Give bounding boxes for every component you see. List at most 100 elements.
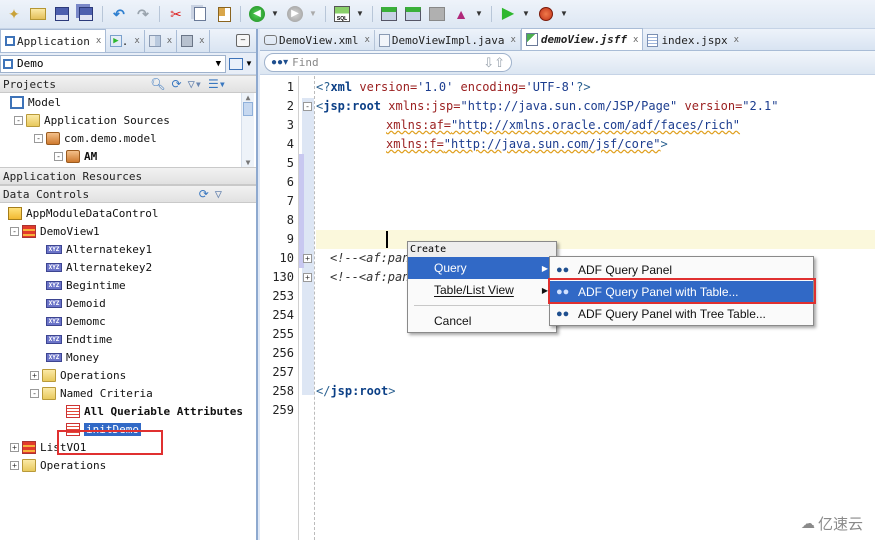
application-menu-button[interactable]: ▼ xyxy=(226,55,256,73)
tab-application[interactable]: Application x xyxy=(0,29,107,52)
back-dropdown[interactable]: ▼ xyxy=(271,4,279,24)
redo-icon[interactable]: ↷ xyxy=(133,4,153,24)
tree-node[interactable]: XYZ Money xyxy=(0,348,256,366)
fold-expand-icon[interactable]: + xyxy=(303,254,312,263)
tree-node[interactable]: - com.demo.model xyxy=(0,129,256,147)
close-icon[interactable]: x xyxy=(364,35,369,45)
tree-node[interactable]: - Application Sources xyxy=(0,111,256,129)
binoculars-icon[interactable]: ●●▾ xyxy=(271,57,288,68)
make-icon[interactable] xyxy=(379,4,399,24)
view-object-icon xyxy=(22,440,36,454)
rebuild-icon[interactable] xyxy=(403,4,423,24)
application-select[interactable]: Demo ▼ xyxy=(0,54,226,73)
scroll-up-icon[interactable]: ▲ xyxy=(242,93,254,102)
menu-item-adf-query-panel-with-tree-table[interactable]: ●● ADF Query Panel with Tree Table... xyxy=(550,303,813,325)
find-placeholder: Find xyxy=(292,56,319,69)
folded-comment[interactable]: <!--<af:pan xyxy=(330,249,409,268)
menu-item-label: Cancel xyxy=(434,314,472,328)
tree-node[interactable]: XYZ Alternatekey2 xyxy=(0,258,256,276)
paste-icon[interactable] xyxy=(214,4,234,24)
tree-node[interactable]: XYZ Begintime xyxy=(0,276,256,294)
tab-structure[interactable]: x xyxy=(145,30,178,52)
tree-node[interactable]: XYZ Alternatekey1 xyxy=(0,240,256,258)
working-sets-icon[interactable]: ☰▾ xyxy=(208,77,226,91)
data-controls-header[interactable]: Data Controls ⟳ ▽ xyxy=(0,185,256,203)
debug-icon[interactable] xyxy=(536,4,556,24)
clean-icon[interactable] xyxy=(427,4,447,24)
tree-node[interactable]: - Named Criteria xyxy=(0,384,256,402)
application-resources-header[interactable]: Application Resources xyxy=(0,167,256,185)
run-icon[interactable]: ▶ xyxy=(498,4,518,24)
tab-demoview-jsff[interactable]: demoView.jsff x xyxy=(520,28,644,50)
sql-icon[interactable]: SQL xyxy=(332,4,352,24)
tree-node[interactable]: Model xyxy=(0,93,256,111)
scroll-down-icon[interactable]: ▼ xyxy=(242,158,254,167)
tree-node[interactable]: - AM xyxy=(0,147,256,165)
close-icon[interactable]: x xyxy=(134,36,139,46)
find-previous-icon[interactable]: ⇧ xyxy=(494,55,505,71)
tab-demoview-xml[interactable]: DemoView.xml x xyxy=(260,30,375,50)
refresh-icon[interactable]: ⟳ xyxy=(199,187,209,201)
forward-dropdown[interactable]: ▼ xyxy=(309,4,317,24)
projects-scrollbar[interactable]: ▲ ▼ xyxy=(241,93,254,167)
tree-node[interactable]: AppModuleDataControl xyxy=(0,204,256,222)
close-icon[interactable]: x xyxy=(199,36,204,46)
tree-node[interactable]: XYZ Demomc xyxy=(0,312,256,330)
search-icon[interactable]: 🔍︎ xyxy=(150,77,165,91)
profile-dropdown[interactable]: ▼ xyxy=(475,4,483,24)
collapse-icon[interactable]: - xyxy=(34,133,43,143)
debug-dropdown[interactable]: ▼ xyxy=(560,4,568,24)
projects-section-header[interactable]: Projects 🔍︎ ⟳ ▽▾ ☰▾ xyxy=(0,75,256,93)
folded-comment[interactable]: <!--<af:pan xyxy=(330,268,409,287)
find-input[interactable]: ●●▾ Find ⇩ ⇧ xyxy=(264,53,512,72)
collapse-icon[interactable]: - xyxy=(14,115,23,125)
save-all-icon[interactable] xyxy=(76,4,96,24)
forward-icon[interactable]: ▶ xyxy=(285,4,305,24)
copy-icon[interactable] xyxy=(190,4,210,24)
fold-collapse-icon[interactable]: - xyxy=(303,102,312,111)
tree-node[interactable]: + Operations xyxy=(0,366,256,384)
profile-icon[interactable]: ▲ xyxy=(451,4,471,24)
fold-expand-icon[interactable]: + xyxy=(303,273,312,282)
find-next-icon[interactable]: ⇩ xyxy=(483,55,494,71)
close-icon[interactable]: x xyxy=(96,36,101,46)
filter-icon[interactable]: ▽ xyxy=(215,187,222,201)
close-icon[interactable]: x xyxy=(734,35,739,45)
save-icon[interactable] xyxy=(52,4,72,24)
close-icon[interactable]: x xyxy=(511,35,516,45)
open-folder-icon[interactable] xyxy=(28,4,48,24)
tree-node[interactable]: + Operations xyxy=(0,456,256,474)
tree-node[interactable]: XYZ Demoid xyxy=(0,294,256,312)
code-line: <jsp:root xmlns:jsp="http://java.sun.com… xyxy=(316,99,779,113)
tree-node[interactable]: All Queriable Attributes xyxy=(0,402,256,420)
collapse-icon[interactable]: - xyxy=(54,151,63,161)
collapse-icon[interactable]: - xyxy=(10,226,19,236)
expand-icon[interactable]: + xyxy=(10,460,19,470)
tab-demoviewimpl-java[interactable]: DemoViewImpl.java x xyxy=(375,30,521,50)
tab-index-jspx[interactable]: index.jspx x xyxy=(643,30,743,50)
refresh-icon[interactable]: ⟳ xyxy=(172,77,182,91)
tab-run-manager[interactable]: ▶ . x xyxy=(106,30,145,52)
scroll-thumb[interactable] xyxy=(243,102,253,116)
tree-node[interactable]: XYZ Endtime xyxy=(0,330,256,348)
tree-node[interactable]: - DemoView1 xyxy=(0,222,256,240)
back-icon[interactable]: ◀ xyxy=(247,4,267,24)
new-icon[interactable]: ✦ xyxy=(4,4,24,24)
sql-dropdown[interactable]: ▼ xyxy=(356,4,364,24)
run-dropdown[interactable]: ▼ xyxy=(522,4,530,24)
menu-item-cancel[interactable]: Cancel xyxy=(408,310,556,332)
expand-icon[interactable]: + xyxy=(30,370,39,380)
filter-icon[interactable]: ▽▾ xyxy=(188,77,202,91)
tree-node-label: Demoid xyxy=(66,296,106,310)
attribute-icon: XYZ xyxy=(46,316,62,326)
undo-icon[interactable]: ↶ xyxy=(109,4,129,24)
cut-icon[interactable]: ✂ xyxy=(166,4,186,24)
minimize-button[interactable]: – xyxy=(236,34,250,47)
tab-database[interactable]: x xyxy=(177,30,210,52)
menu-item-query[interactable]: Query ▶ xyxy=(408,257,556,279)
collapse-icon[interactable]: - xyxy=(30,388,39,398)
close-icon[interactable]: x xyxy=(633,35,638,45)
menu-item-table-list-view[interactable]: Table/List View ▶ xyxy=(408,279,556,301)
close-icon[interactable]: x xyxy=(167,36,172,46)
expand-icon[interactable]: + xyxy=(10,442,19,452)
